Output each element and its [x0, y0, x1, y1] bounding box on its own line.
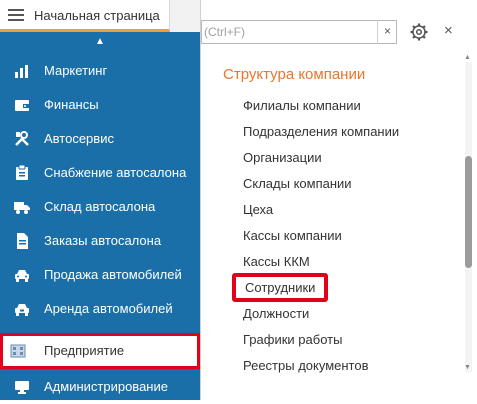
scroll-up-icon[interactable]: ▲: [464, 54, 471, 61]
bar-chart-icon: [15, 65, 28, 78]
scrollbar-thumb[interactable]: [465, 156, 472, 268]
menu-item-work-schedules[interactable]: Графики работы: [243, 332, 342, 347]
sidebar-item-orders[interactable]: Заказы автосалона: [0, 224, 200, 258]
gear-icon[interactable]: [410, 23, 428, 41]
menu-item-branches[interactable]: Филиалы компании: [243, 98, 361, 113]
menu-item-warehouses[interactable]: Склады компании: [243, 176, 352, 191]
sidebar-item-label: Администрирование: [44, 379, 168, 394]
menu-item-workshops[interactable]: Цеха: [243, 202, 273, 217]
sidebar-item-label: Предприятие: [44, 343, 125, 358]
tab-bar: Начальная страница: [0, 0, 200, 33]
sidebar-item-autoservice[interactable]: Автосервис: [0, 122, 200, 156]
section-title: Структура компании: [223, 66, 366, 83]
sidebar-item-label: Склад автосалона: [44, 199, 156, 214]
sidebar: ▲ Маркетинг Финансы Автосервис Снабжение…: [0, 32, 200, 400]
sidebar-item-label: Маркетинг: [44, 63, 108, 78]
tools-icon: [15, 131, 29, 146]
search-input[interactable]: (Ctrl+F): [201, 20, 397, 44]
tab-home-label: Начальная страница: [34, 8, 160, 23]
sidebar-item-label: Снабжение автосалона: [44, 165, 187, 180]
clipboard-icon: [16, 165, 28, 180]
sidebar-item-label: Заказы автосалона: [44, 233, 162, 248]
menu-item-positions[interactable]: Должности: [243, 306, 309, 321]
building-icon: [10, 344, 26, 358]
document-icon: [17, 233, 28, 249]
sidebar-item-warehouse[interactable]: Склад автосалона: [0, 190, 200, 224]
hamburger-icon: [8, 9, 24, 21]
car-icon: [15, 270, 29, 282]
sidebar-item-label: Продажа автомобилей: [44, 267, 182, 282]
menu-item-cash-desks[interactable]: Кассы компании: [243, 228, 342, 243]
section-panel: (Ctrl+F) × × Структура компании Филиалы …: [200, 0, 477, 400]
close-button[interactable]: ×: [444, 22, 453, 39]
collapse-up-icon[interactable]: ▲: [0, 32, 200, 52]
scroll-down-icon[interactable]: ▼: [464, 364, 471, 371]
sidebar-item-car-sales[interactable]: Продажа автомобилей: [0, 258, 200, 292]
sidebar-item-label: Автосервис: [44, 131, 114, 146]
sidebar-item-supply[interactable]: Снабжение автосалона: [0, 156, 200, 190]
truck-icon: [14, 202, 30, 214]
sidebar-item-finance[interactable]: Финансы: [0, 88, 200, 122]
menu-item-employees[interactable]: Сотрудники: [232, 273, 329, 302]
car-rental-icon: [15, 304, 29, 316]
menu-item-kkm-cash-desks[interactable]: Кассы ККМ: [243, 254, 310, 269]
menu-item-divisions[interactable]: Подразделения компании: [243, 124, 399, 139]
sidebar-item-administration[interactable]: Администрирование: [0, 370, 200, 404]
menu-item-document-registers[interactable]: Реестры документов: [243, 358, 369, 373]
wallet-icon: [15, 100, 29, 111]
monitor-icon: [15, 381, 29, 394]
sidebar-item-car-rental[interactable]: Аренда автомобилей: [0, 292, 200, 326]
tab-home[interactable]: Начальная страница: [0, 0, 170, 32]
sidebar-item-enterprise[interactable]: Предприятие: [0, 333, 200, 369]
sidebar-item-label: Финансы: [44, 97, 99, 112]
menu-item-organizations[interactable]: Организации: [243, 150, 322, 165]
sidebar-item-label: Аренда автомобилей: [44, 301, 173, 316]
clear-search-button[interactable]: ×: [377, 20, 397, 44]
sidebar-item-marketing[interactable]: Маркетинг: [0, 54, 200, 88]
